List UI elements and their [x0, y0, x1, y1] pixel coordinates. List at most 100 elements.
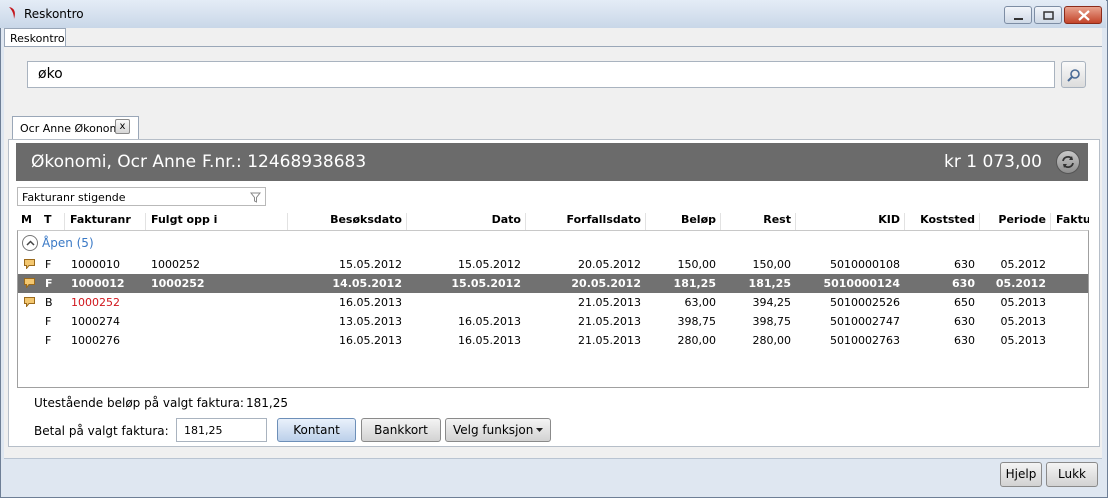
cell-rest: 398,75	[752, 315, 792, 328]
tab-reskontro[interactable]: Reskontro	[4, 28, 66, 47]
search-input[interactable]: øko	[27, 61, 1055, 88]
cell-rest: 150,00	[752, 258, 792, 271]
close-window-button[interactable]	[1064, 6, 1102, 24]
cell-rest: 394,25	[752, 296, 792, 309]
cell-periode: 05.2013	[1000, 296, 1047, 309]
cell-dato: 15.05.2012	[451, 277, 521, 290]
customer-fnr: F.nr.: 12468938683	[202, 152, 367, 172]
cell-fakturanr: 1000010	[71, 258, 120, 271]
filter-icon	[250, 192, 261, 203]
cell-koststed: 650	[954, 296, 975, 309]
col-belop[interactable]: Beløp	[651, 213, 721, 230]
cell-fakturanr: 1000274	[71, 315, 120, 328]
tab-divider	[4, 46, 1102, 47]
col-dato[interactable]: Dato	[412, 213, 526, 230]
col-faktura[interactable]: Faktu	[1056, 213, 1089, 230]
cell-t: F	[45, 277, 53, 290]
outstanding-label: Utestående beløp på valgt faktura:	[34, 396, 244, 410]
collapse-group-button[interactable]	[22, 235, 38, 251]
cell-t: F	[45, 258, 52, 271]
col-t[interactable]: T	[44, 213, 65, 230]
cell-koststed: 630	[954, 258, 975, 271]
sort-dropdown[interactable]: Fakturanr stigende	[17, 187, 266, 206]
close-icon	[1078, 10, 1090, 21]
col-kid[interactable]: KID	[801, 213, 905, 230]
cell-periode: 05.2013	[1000, 315, 1047, 328]
cell-forfall: 20.05.2012	[571, 277, 641, 290]
cell-belop: 398,75	[677, 315, 717, 328]
cell-koststed: 630	[954, 315, 975, 328]
dropdown-arrow-icon	[536, 428, 543, 432]
pay-amount-input[interactable]: 181,25	[176, 418, 267, 442]
cell-dato: 16.05.2013	[458, 334, 521, 347]
refresh-button[interactable]	[1056, 150, 1080, 174]
col-m[interactable]: M	[21, 213, 39, 230]
cell-belop: 181,25	[673, 277, 716, 290]
minimize-button[interactable]	[1004, 6, 1032, 24]
grid-header: M T Fakturanr Fulgt opp i Besøksdato Dat…	[17, 210, 1089, 230]
cell-besok: 14.05.2012	[332, 277, 402, 290]
close-button[interactable]: Lukk	[1046, 462, 1098, 487]
maximize-button[interactable]	[1034, 6, 1062, 24]
cell-fulgt: 1000252	[151, 258, 200, 271]
table-row[interactable]: F 1000012 1000252 14.05.2012 15.05.2012 20.05…	[18, 274, 1088, 293]
cell-kid: 5010002763	[830, 334, 900, 347]
cell-fulgt: 1000252	[151, 277, 205, 290]
note-icon[interactable]	[24, 259, 35, 269]
cell-periode: 05.2012	[995, 277, 1046, 290]
invoice-grid: Åpen (5) F 1000010 1000252 15.05.2012 15.05.…	[17, 230, 1089, 388]
app-logo-icon	[9, 7, 15, 19]
customer-name: Økonomi, Ocr Anne	[31, 152, 197, 172]
table-row[interactable]: F 1000276 16.05.2013 16.05.2013 21.05.2013 28…	[18, 331, 1088, 350]
cell-besok: 16.05.2013	[339, 334, 402, 347]
cell-periode: 05.2012	[1000, 258, 1047, 271]
col-fakturanr[interactable]: Fakturanr	[70, 213, 146, 230]
col-besoksdato[interactable]: Besøksdato	[293, 213, 407, 230]
help-button[interactable]: Hjelp	[1000, 462, 1042, 487]
velg-funksjon-label: Velg funksjon	[453, 423, 534, 437]
cell-dato: 16.05.2013	[458, 315, 521, 328]
cell-rest: 280,00	[752, 334, 792, 347]
cell-kid: 5010000108	[830, 258, 900, 271]
col-koststed[interactable]: Koststed	[910, 213, 980, 230]
col-rest[interactable]: Rest	[726, 213, 796, 230]
kontant-button[interactable]: Kontant	[277, 418, 356, 442]
bankkort-button[interactable]: Bankkort	[361, 418, 441, 442]
cell-besok: 13.05.2013	[339, 315, 402, 328]
cell-kid: 5010002526	[830, 296, 900, 309]
note-icon[interactable]	[24, 278, 35, 288]
cell-belop: 150,00	[677, 258, 717, 271]
cell-t: B	[45, 296, 53, 309]
cell-kid: 5010002747	[830, 315, 900, 328]
footer-separator	[4, 458, 1102, 459]
col-periode[interactable]: Periode	[985, 213, 1051, 230]
group-label: Åpen (5)	[42, 236, 94, 250]
cell-t: F	[45, 334, 52, 347]
tab-customer-label: Ocr Anne Økonomi	[20, 122, 124, 135]
note-icon[interactable]	[24, 297, 35, 307]
close-tab-button[interactable]: x	[115, 119, 130, 134]
minimize-icon	[1014, 18, 1023, 20]
outstanding-value: 181,25	[246, 396, 288, 410]
cell-forfall: 21.05.2013	[578, 315, 641, 328]
velg-funksjon-button[interactable]: Velg funksjon	[445, 418, 551, 442]
table-row[interactable]: F 1000010 1000252 15.05.2012 15.05.2012 20.05…	[18, 255, 1088, 274]
chevron-up-icon	[26, 240, 35, 246]
cell-forfall: 21.05.2013	[578, 334, 641, 347]
cell-belop: 280,00	[677, 334, 717, 347]
col-forfallsdato[interactable]: Forfallsdato	[531, 213, 646, 230]
customer-total: kr 1 073,00	[944, 152, 1042, 172]
search-button[interactable]	[1061, 61, 1086, 88]
cell-fakturanr[interactable]: 1000252	[71, 296, 147, 309]
cell-kid: 5010000124	[823, 277, 900, 290]
col-fulgt-opp-i[interactable]: Fulgt opp i	[151, 213, 288, 230]
cell-fakturanr: 1000276	[71, 334, 120, 347]
table-row[interactable]: F 1000274 13.05.2013 16.05.2013 21.05.2013 39…	[18, 312, 1088, 331]
cell-forfall: 20.05.2012	[578, 258, 641, 271]
window-title: Reskontro	[24, 7, 84, 21]
cell-periode: 05.2013	[1000, 334, 1047, 347]
cell-fakturanr: 1000012	[71, 277, 125, 290]
table-row[interactable]: B 1000252 16.05.2013 21.05.2013 63,00 394,25 5…	[18, 293, 1088, 312]
refresh-icon	[1062, 156, 1074, 168]
cell-belop: 63,00	[684, 296, 717, 309]
